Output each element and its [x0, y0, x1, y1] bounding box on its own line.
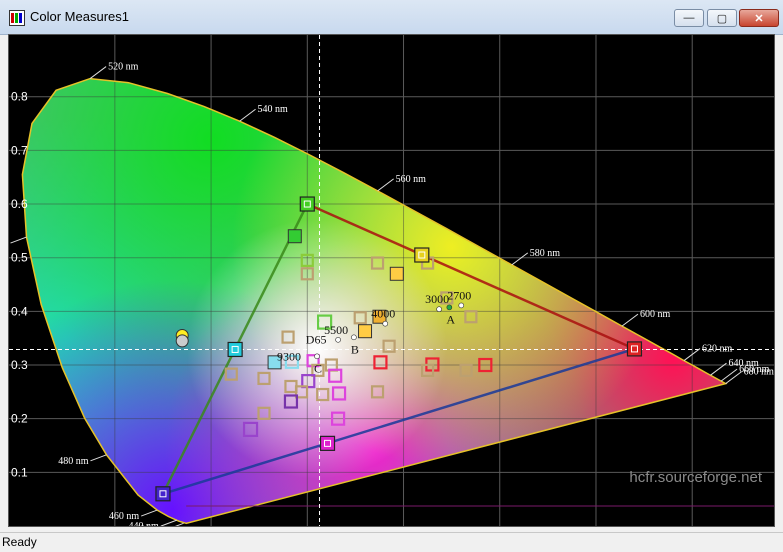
- maximize-button[interactable]: ▢: [707, 9, 737, 27]
- wavelength-label: 600 nm: [640, 309, 671, 320]
- primary-marker-B: [155, 486, 171, 502]
- y-tick-label: 0.5: [11, 251, 28, 265]
- measured-square: [358, 324, 373, 339]
- wavelength-tick: [720, 368, 738, 382]
- status-text: Ready: [2, 535, 37, 549]
- planckian-label: 5500: [324, 323, 348, 337]
- primary-marker-M: [319, 435, 336, 451]
- app-icon: [9, 10, 25, 26]
- wavelength-label: 560 nm: [396, 174, 427, 185]
- wavelength-label: 420 nm: [135, 524, 166, 526]
- y-tick-label: 0.2: [11, 412, 28, 426]
- wavelength-tick: [174, 522, 184, 526]
- wavelength-tick: [89, 66, 107, 79]
- watermark: hcfr.sourceforge.net: [629, 469, 762, 486]
- measured-square: [389, 266, 404, 281]
- y-tick-label: 0.6: [11, 197, 28, 211]
- planckian-label: 2700: [447, 288, 471, 302]
- close-button[interactable]: ✕: [739, 9, 779, 27]
- reference-point: [314, 353, 320, 360]
- reference-point: [458, 302, 465, 309]
- reference-point: [382, 320, 389, 327]
- wavelength-tick: [10, 236, 27, 244]
- y-tick-label: 0.1: [11, 465, 28, 479]
- illuminant-label: C: [314, 361, 322, 375]
- y-tick-label: 0.3: [11, 358, 28, 372]
- illuminant-label: A: [446, 312, 455, 326]
- planckian-label: 3000: [425, 292, 449, 306]
- reference-point: [436, 306, 442, 313]
- window-title: Color Measures1: [30, 9, 129, 24]
- wavelength-tick: [621, 313, 639, 327]
- y-tick-label: 0.8: [11, 90, 28, 104]
- wavelength-tick: [511, 252, 529, 266]
- wavelength-tick: [239, 108, 256, 122]
- primary-marker-C: [227, 341, 243, 358]
- wavelength-label: 520 nm: [108, 62, 139, 73]
- wavelength-label: 480 nm: [58, 456, 89, 467]
- planckian-label: 4000: [371, 307, 395, 321]
- wavelength-tick: [725, 371, 742, 385]
- wavelength-label: 680 nm: [744, 367, 774, 378]
- wavelength-label: 620 nm: [702, 344, 733, 355]
- illuminant-label: B: [351, 342, 359, 356]
- wavelength-tick: [90, 454, 107, 462]
- wavelength-label: 540 nm: [258, 104, 289, 115]
- wavelength-tick: [141, 509, 158, 517]
- measurement-dot: [175, 334, 189, 348]
- chart-area[interactable]: 0.1 0.2 0.3 0.4 0.5 0.6 0.7 0.8 520 nm 540 nm 560 …: [8, 34, 775, 527]
- measured-square: [287, 229, 302, 244]
- wavelength-label: 580 nm: [530, 248, 561, 259]
- y-tick-label: 0.7: [11, 143, 28, 157]
- primary-marker-Y: [414, 247, 430, 263]
- title-bar: Color Measures1 — ▢ ✕: [0, 0, 783, 35]
- status-bar: Ready: [0, 532, 783, 552]
- minimize-button[interactable]: —: [674, 9, 704, 27]
- reference-point: [351, 334, 357, 341]
- primary-marker-R: [626, 341, 643, 357]
- planckian-label: 9300: [277, 350, 301, 364]
- primary-marker-G: [299, 196, 315, 212]
- wavelength-tick: [377, 178, 394, 192]
- reference-point: [335, 336, 341, 343]
- cie-chromaticity-chart[interactable]: 0.1 0.2 0.3 0.4 0.5 0.6 0.7 0.8 520 nm 540 nm 560 …: [9, 35, 774, 526]
- y-tick-label: 0.4: [11, 304, 28, 318]
